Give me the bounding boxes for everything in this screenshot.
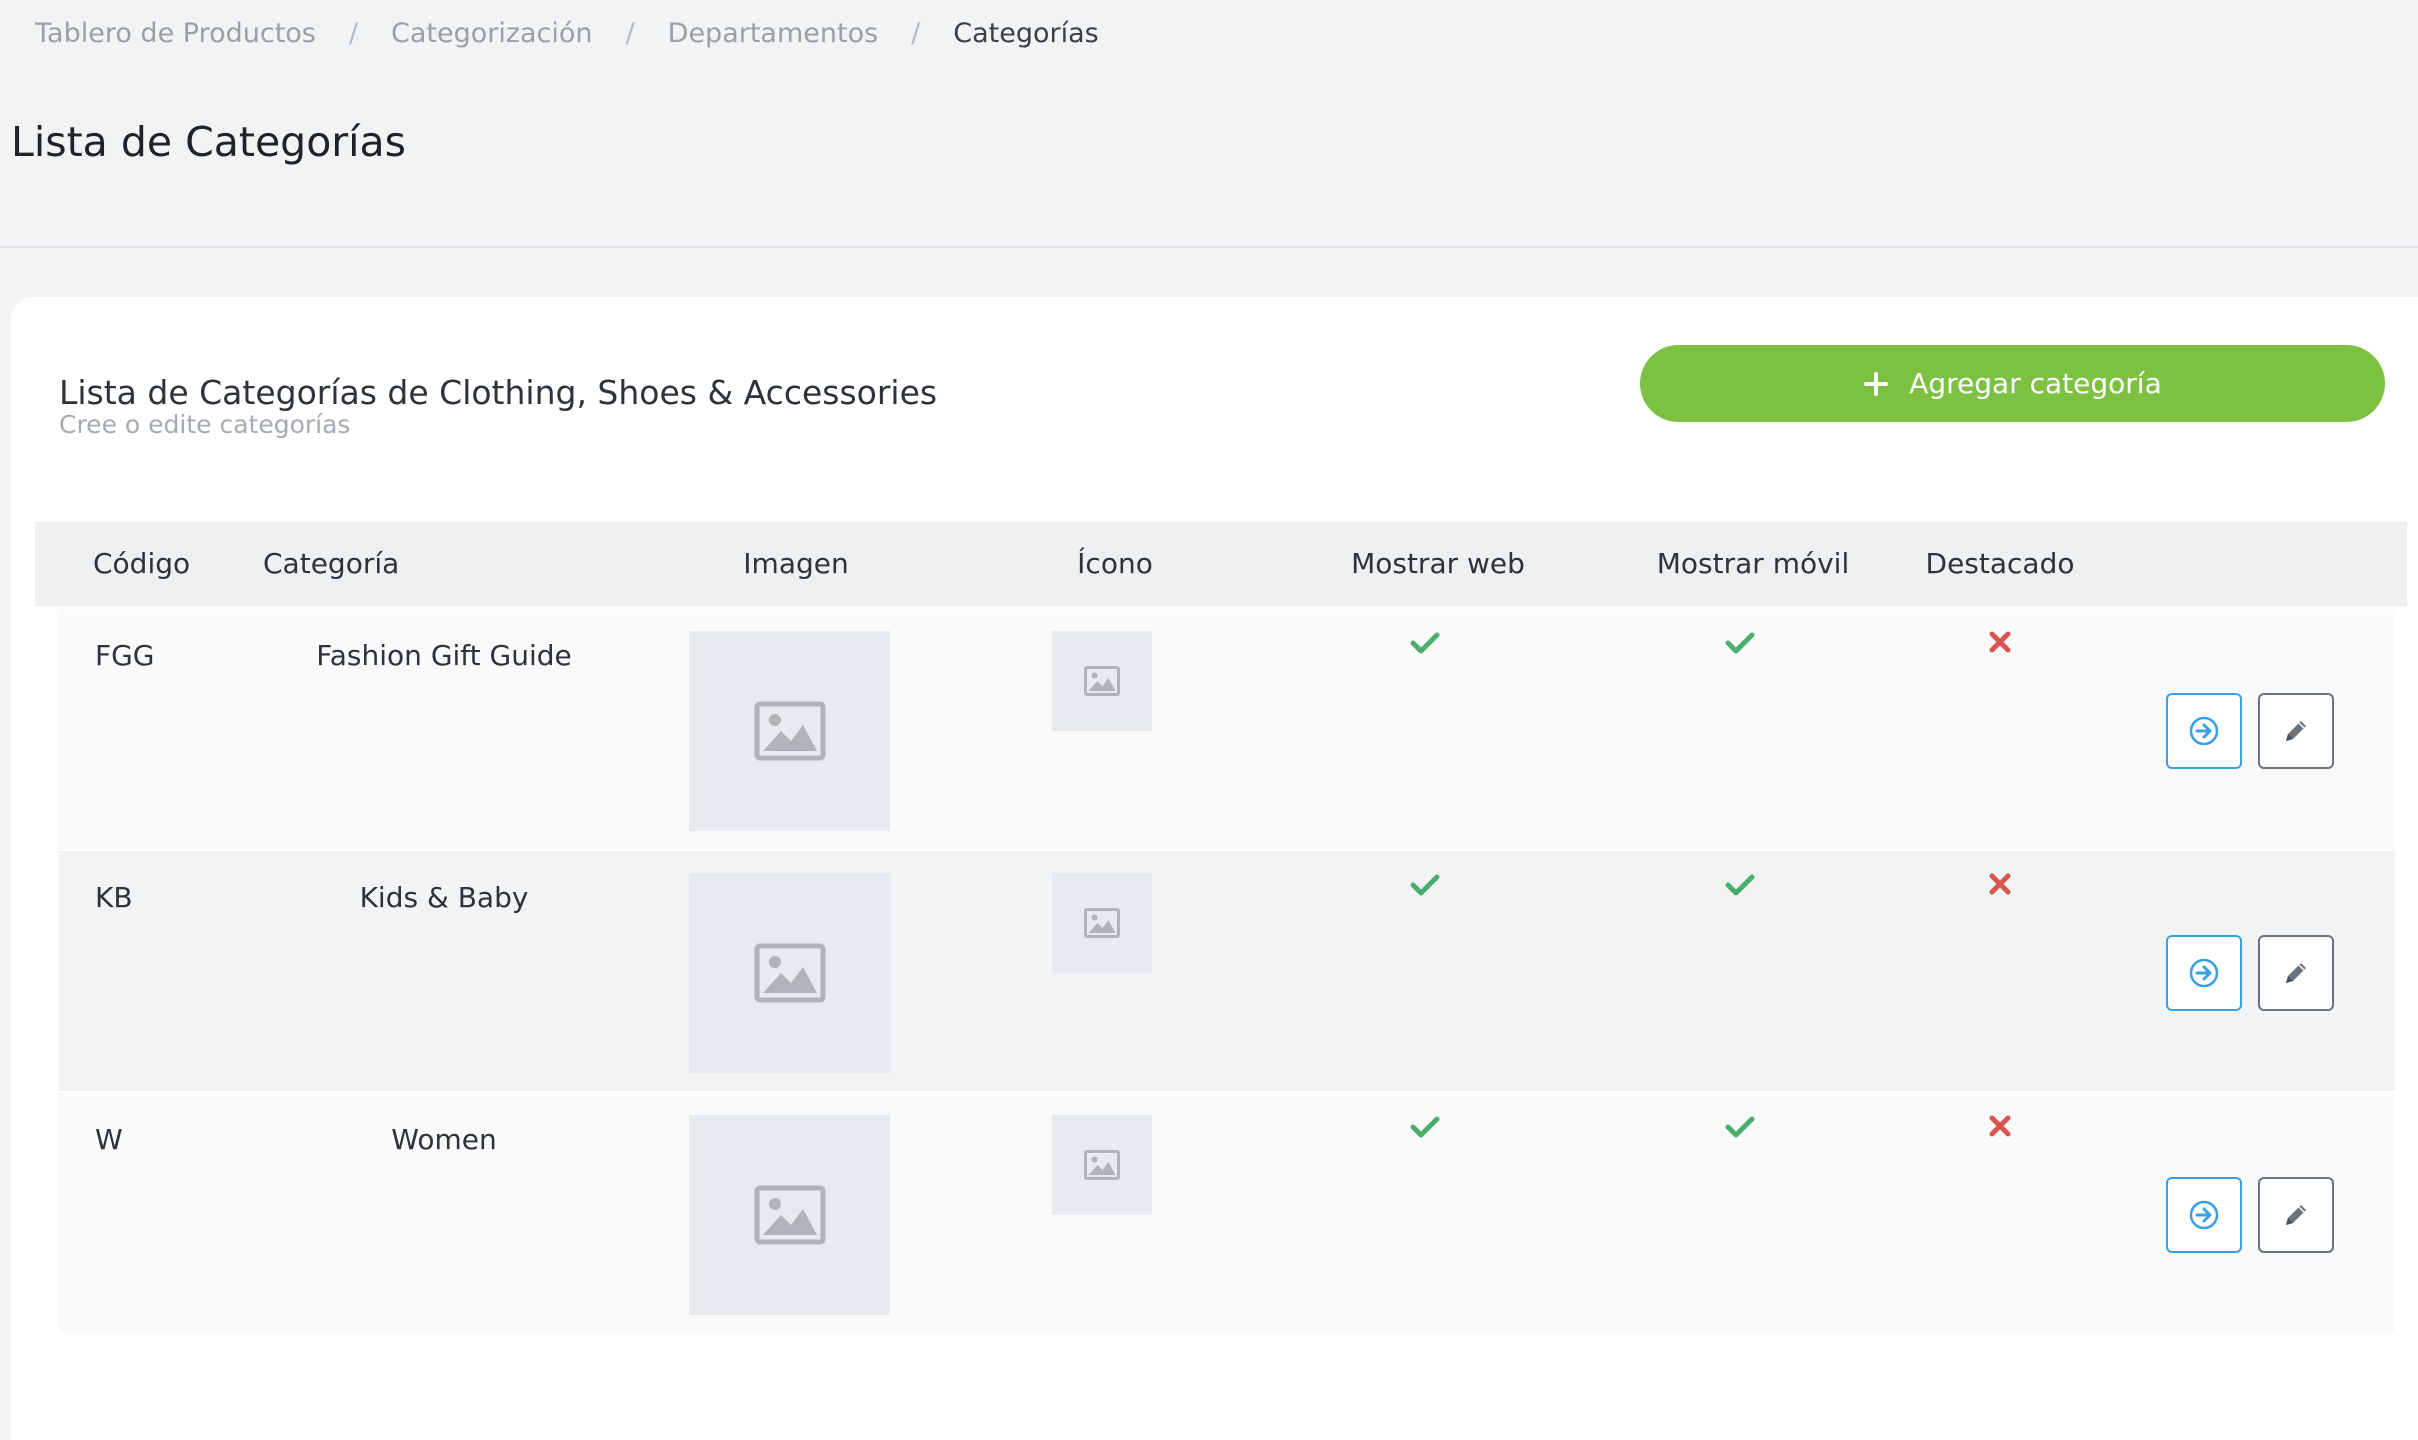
image-placeholder-icon <box>754 701 825 761</box>
breadcrumb-separator: / <box>911 18 921 49</box>
category-code: W <box>95 1123 123 1156</box>
category-image[interactable] <box>689 1115 890 1315</box>
card-title: Lista de Categorías de Clothing, Shoes &… <box>59 373 938 412</box>
featured-status <box>1989 631 2011 653</box>
column-header-show-mobile: Mostrar móvil <box>1656 547 1850 580</box>
edit-category-button[interactable] <box>2258 693 2334 769</box>
featured-status <box>1989 1115 2011 1137</box>
image-placeholder-icon <box>754 1185 825 1245</box>
category-image[interactable] <box>689 873 890 1073</box>
column-header-code[interactable]: Código <box>93 522 190 606</box>
pencil-icon <box>2286 1205 2306 1225</box>
category-name: Women <box>391 1123 497 1156</box>
show-mobile-status <box>1725 631 1755 655</box>
breadcrumb-item-categorizacion[interactable]: Categorización <box>391 18 593 49</box>
breadcrumb-separator: / <box>625 18 635 49</box>
page-title: Lista de Categorías <box>11 118 407 166</box>
image-placeholder-icon <box>754 943 825 1003</box>
table-header: Código Categoría Imagen Ícono Mostrar we… <box>35 522 2407 606</box>
categories-card: Lista de Categorías de Clothing, Shoes &… <box>11 297 2418 1440</box>
pencil-icon <box>2286 963 2306 983</box>
cross-icon <box>1989 1115 2011 1137</box>
breadcrumb: Tablero de Productos / Categorización / … <box>35 18 1099 49</box>
column-header-icon: Ícono <box>1077 547 1153 580</box>
category-name: Kids & Baby <box>359 881 529 914</box>
image-placeholder-icon <box>1084 1150 1120 1180</box>
cross-icon <box>1989 631 2011 653</box>
arrow-right-circle-icon <box>2189 958 2219 988</box>
check-icon <box>1410 1116 1440 1138</box>
check-icon <box>1410 632 1440 654</box>
image-placeholder-icon <box>1084 666 1120 696</box>
show-mobile-status <box>1725 873 1755 897</box>
arrow-right-circle-icon <box>2189 1200 2219 1230</box>
show-web-status <box>1410 631 1440 655</box>
category-code: KB <box>95 881 133 914</box>
column-header-category[interactable]: Categoría <box>263 522 399 606</box>
edit-category-button[interactable] <box>2258 935 2334 1011</box>
category-icon-image[interactable] <box>1052 631 1152 731</box>
check-icon <box>1725 1116 1755 1138</box>
category-name: Fashion Gift Guide <box>316 639 572 672</box>
show-mobile-status <box>1725 1115 1755 1139</box>
header-divider <box>0 246 2418 248</box>
view-subcategories-button[interactable] <box>2166 693 2242 769</box>
view-subcategories-button[interactable] <box>2166 935 2242 1011</box>
breadcrumb-item-categorias: Categorías <box>953 18 1099 49</box>
show-web-status <box>1410 1115 1440 1139</box>
category-code: FGG <box>95 639 155 672</box>
table-row: KB Kids & Baby <box>59 851 2395 1091</box>
cross-icon <box>1989 873 2011 895</box>
featured-status <box>1989 873 2011 895</box>
table-row: FGG Fashion Gift Guide <box>59 609 2395 849</box>
check-icon <box>1725 632 1755 654</box>
image-placeholder-icon <box>1084 908 1120 938</box>
column-header-image: Imagen <box>743 547 849 580</box>
table-row: W Women <box>59 1093 2395 1333</box>
card-subtitle: Cree o edite categorías <box>59 410 351 439</box>
category-icon-image[interactable] <box>1052 873 1152 973</box>
category-icon-image[interactable] <box>1052 1115 1152 1215</box>
edit-category-button[interactable] <box>2258 1177 2334 1253</box>
breadcrumb-separator: / <box>348 18 358 49</box>
breadcrumb-item-tablero[interactable]: Tablero de Productos <box>35 18 316 49</box>
arrow-right-circle-icon <box>2189 716 2219 746</box>
check-icon <box>1725 874 1755 896</box>
category-image[interactable] <box>689 631 890 831</box>
check-icon <box>1410 874 1440 896</box>
plus-icon <box>1863 371 1889 397</box>
show-web-status <box>1410 873 1440 897</box>
add-category-button[interactable]: Agregar categoría <box>1640 345 2385 422</box>
view-subcategories-button[interactable] <box>2166 1177 2242 1253</box>
column-header-show-web: Mostrar web <box>1351 547 1525 580</box>
column-header-featured: Destacado <box>1925 547 2075 580</box>
pencil-icon <box>2286 721 2306 741</box>
breadcrumb-item-departamentos[interactable]: Departamentos <box>668 18 879 49</box>
add-category-label: Agregar categoría <box>1909 367 2162 400</box>
